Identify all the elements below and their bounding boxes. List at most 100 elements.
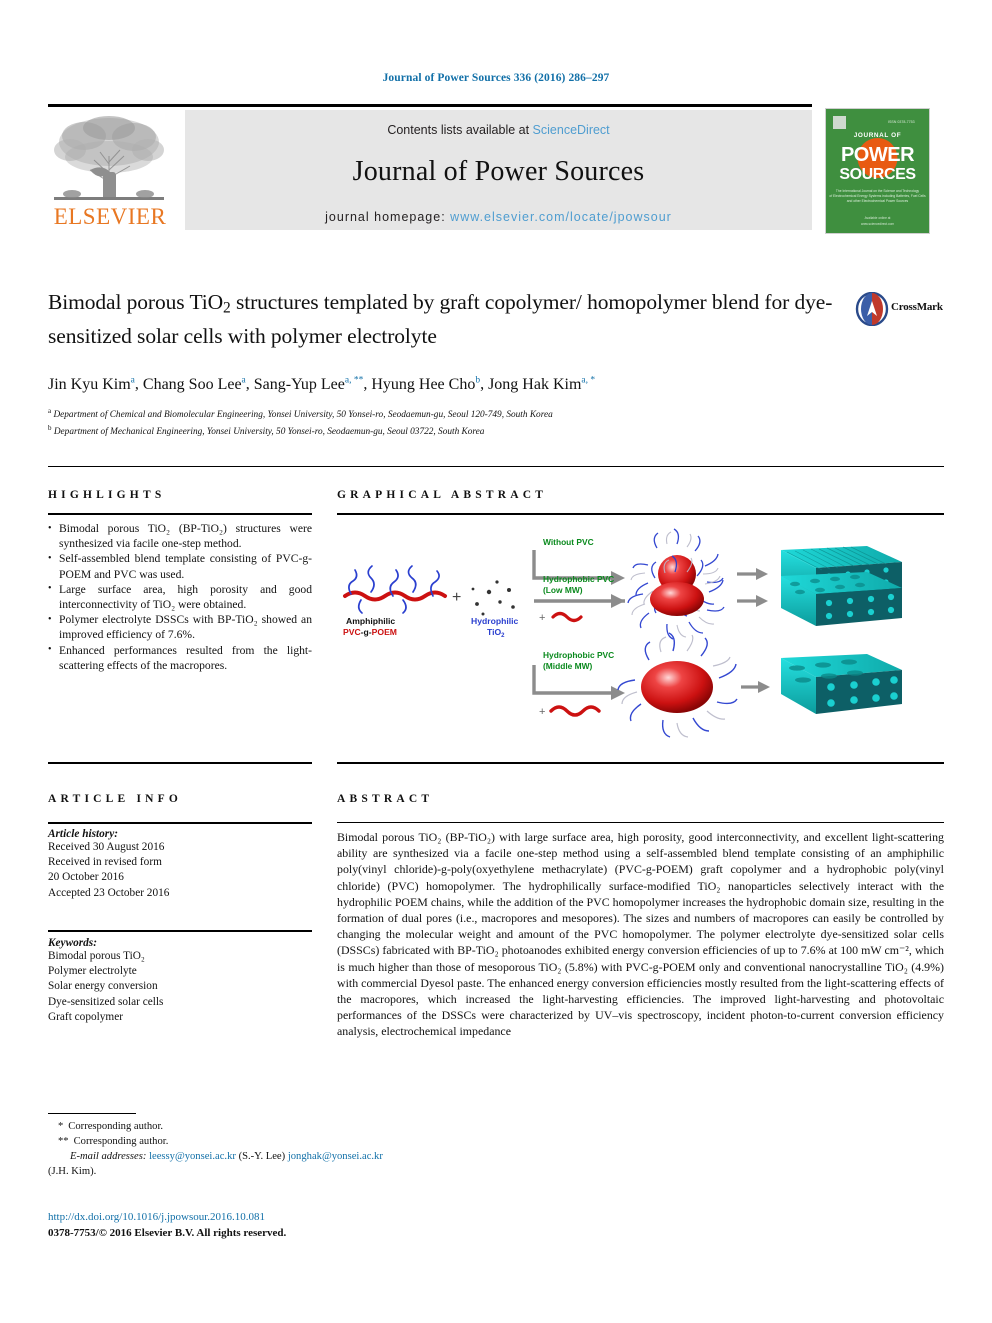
ga-label-tio2: TiO2: [487, 627, 505, 639]
journal-citation: Journal of Power Sources 336 (2016) 286–…: [382, 72, 610, 84]
email-link-1[interactable]: leessy@yonsei.ac.kr: [149, 1151, 236, 1162]
graphical-abstract-rule: [337, 513, 944, 515]
journal-name: Journal of Power Sources: [352, 156, 645, 187]
author-name: Jin Kyu Kim: [48, 375, 131, 393]
abstract-body-wrap: Bimodal porous TiO₂ (BP-TiO₂) with large…: [337, 829, 944, 1040]
ga-reactant-tio2-dots: [471, 580, 515, 616]
abstract-text: Bimodal porous TiO₂ (BP-TiO₂) with large…: [337, 830, 944, 1039]
author-item: Jin Kyu Kima: [48, 375, 135, 393]
list-item: Bimodal porous TiO₂ (BP-TiO₂) structures…: [48, 520, 312, 551]
masthead-top-rule: [48, 104, 812, 107]
graphical-abstract-heading: GRAPHICAL ABSTRACT: [337, 489, 548, 501]
author-affil-mark: a: [241, 375, 246, 386]
ga-arrow-3: [741, 681, 770, 693]
masthead-banner: Contents lists available at ScienceDirec…: [185, 110, 812, 230]
abstract-rule: [337, 822, 944, 823]
contents-prefix: Contents lists available at: [387, 123, 533, 137]
paper-page: Journal of Power Sources 336 (2016) 286–…: [0, 0, 992, 1323]
homepage-prefix: journal homepage:: [325, 210, 451, 224]
email-owner-2: (J.H. Kim).: [48, 1166, 97, 1177]
author-affil-mark: b: [475, 375, 481, 386]
ga-route-3-label-2: (Middle MW): [543, 661, 593, 671]
author-affil-mark: a: [130, 375, 135, 386]
highlights-list-wrap: Bimodal porous TiO₂ (BP-TiO₂) structures…: [48, 520, 312, 673]
keyword-item: Solar energy conversion: [48, 980, 158, 993]
author-name: Sang-Yup Lee: [253, 375, 345, 393]
sciencedirect-link[interactable]: ScienceDirect: [533, 123, 610, 137]
footnote-text: Corresponding author.: [68, 1121, 164, 1132]
history-line: Accepted 23 October 2016: [48, 886, 170, 899]
title-bottom-rule: [48, 466, 944, 467]
author-name: Hyung Hee Cho: [371, 375, 476, 393]
crossmark-label: CrossMark: [891, 301, 943, 313]
footnote-text: Corresponding author.: [73, 1136, 169, 1147]
author-item: Jong Hak Kima, *: [488, 375, 596, 392]
author-affil-mark: a, **: [344, 375, 364, 386]
ga-arrow-1: [737, 568, 768, 580]
footnote-star-double: **: [58, 1136, 69, 1147]
title-line1-a: Bimodal porous TiO: [48, 290, 224, 314]
article-history-label: Article history:: [48, 828, 118, 840]
ga-route-2-label-2: (Low MW): [543, 585, 583, 595]
highlights-heading: HIGHLIGHTS: [48, 489, 166, 501]
svg-text:The International Journal on t: The International Journal on the Science…: [836, 189, 920, 193]
article-info-section: ARTICLE INFO: [48, 793, 312, 805]
footnote-email-owner-2-wrap: (J.H. Kim).: [48, 1164, 548, 1179]
elsevier-wordmark: ELSEVIER: [53, 204, 167, 229]
svg-text:POWER: POWER: [841, 144, 915, 166]
svg-text:ISSN 0378-7753: ISSN 0378-7753: [888, 120, 915, 124]
ga-route-3-label-1: Hydrophobic PVC: [543, 650, 614, 660]
svg-text:of Electrochemical Energy Syst: of Electrochemical Energy Systems includ…: [829, 194, 926, 198]
article-info-heading: ARTICLE INFO: [48, 793, 183, 805]
author-item: Sang-Yup Leea, **: [253, 375, 364, 393]
title-block: Bimodal porous TiO2 structures templated…: [48, 288, 848, 440]
journal-masthead: ELSEVIER Contents lists available at Sci…: [48, 104, 944, 234]
crossmark-badge[interactable]: CrossMark: [855, 291, 947, 327]
footnote-rule: [48, 1113, 136, 1114]
ga-plus-3: +: [539, 706, 545, 718]
highlights-list: Bimodal porous TiO₂ (BP-TiO₂) structures…: [48, 520, 312, 673]
title-subscript-2: 2: [223, 299, 231, 317]
ga-label-hydrophilic: Hydrophilic: [471, 616, 518, 626]
footnote-corresponding-1: * Corresponding author.: [48, 1119, 548, 1134]
ga-route-2: Hydrophobic PVC (Low MW) +: [534, 574, 625, 624]
elsevier-tree-icon: [54, 116, 164, 200]
ga-route-1-label: Without PVC: [543, 537, 594, 547]
history-line: 20 October 2016: [48, 871, 124, 884]
svg-text:www.sciencedirect.com: www.sciencedirect.com: [861, 222, 894, 226]
ga-label-pvc-g-poem: PVC-g-POEM: [343, 627, 397, 637]
list-item: Enhanced performances resulted from the …: [48, 642, 312, 673]
homepage-line: journal homepage: www.elsevier.com/locat…: [185, 210, 812, 224]
keywords-label: Keywords:: [48, 937, 97, 949]
author-name: Chang Soo Lee: [142, 375, 242, 393]
ga-label-amphiphilic: Amphiphilic: [346, 616, 395, 626]
article-info-rule: [48, 822, 312, 824]
ga-block-3: [781, 654, 902, 714]
graphical-abstract-bottom-rule: [337, 762, 944, 764]
elsevier-logo: ELSEVIER: [50, 112, 172, 230]
ga-arrow-2: [737, 595, 768, 607]
footnote-emails: E-mail addresses: leessy@yonsei.ac.kr (S…: [48, 1149, 548, 1164]
doi-link[interactable]: http://dx.doi.org/10.1016/j.jpowsour.201…: [48, 1211, 265, 1223]
affiliation-mark: a: [48, 406, 52, 415]
article-history: Article history: Received 30 August 2016…: [48, 828, 312, 901]
highlights-rule: [48, 513, 312, 515]
email-link-2[interactable]: jonghak@yonsei.ac.kr: [288, 1151, 383, 1162]
affiliations: a Department of Chemical and Biomolecula…: [48, 405, 848, 440]
affiliation-text: Department of Mechanical Engineering, Yo…: [53, 427, 485, 438]
keywords-rule: [48, 930, 312, 932]
keyword-item: Graft copolymer: [48, 1010, 123, 1023]
email-owner-1: (S.-Y. Lee): [238, 1151, 286, 1162]
ga-micelle-3: [617, 632, 738, 738]
affiliation-row: a Department of Chemical and Biomolecula…: [48, 405, 848, 423]
homepage-url-link[interactable]: www.elsevier.com/locate/jpowsour: [450, 210, 672, 224]
graphical-abstract-svg: Amphiphilic PVC-g-POEM + Hydrophilic TiO…: [343, 528, 902, 738]
doi-block: http://dx.doi.org/10.1016/j.jpowsour.201…: [48, 1209, 548, 1241]
history-line: Received 30 August 2016: [48, 841, 165, 853]
copyright-line: 0378-7753/© 2016 Elsevier B.V. All right…: [48, 1227, 287, 1239]
ga-micelle-2: [627, 555, 725, 640]
svg-text:and other Electrochemical Powe: and other Electrochemical Power Sources: [847, 199, 909, 203]
footnote-star-single: *: [58, 1121, 64, 1132]
author-affil-mark: a, *: [581, 375, 596, 386]
list-item: Polymer electrolyte DSSCs with BP-TiO₂ s…: [48, 612, 312, 642]
